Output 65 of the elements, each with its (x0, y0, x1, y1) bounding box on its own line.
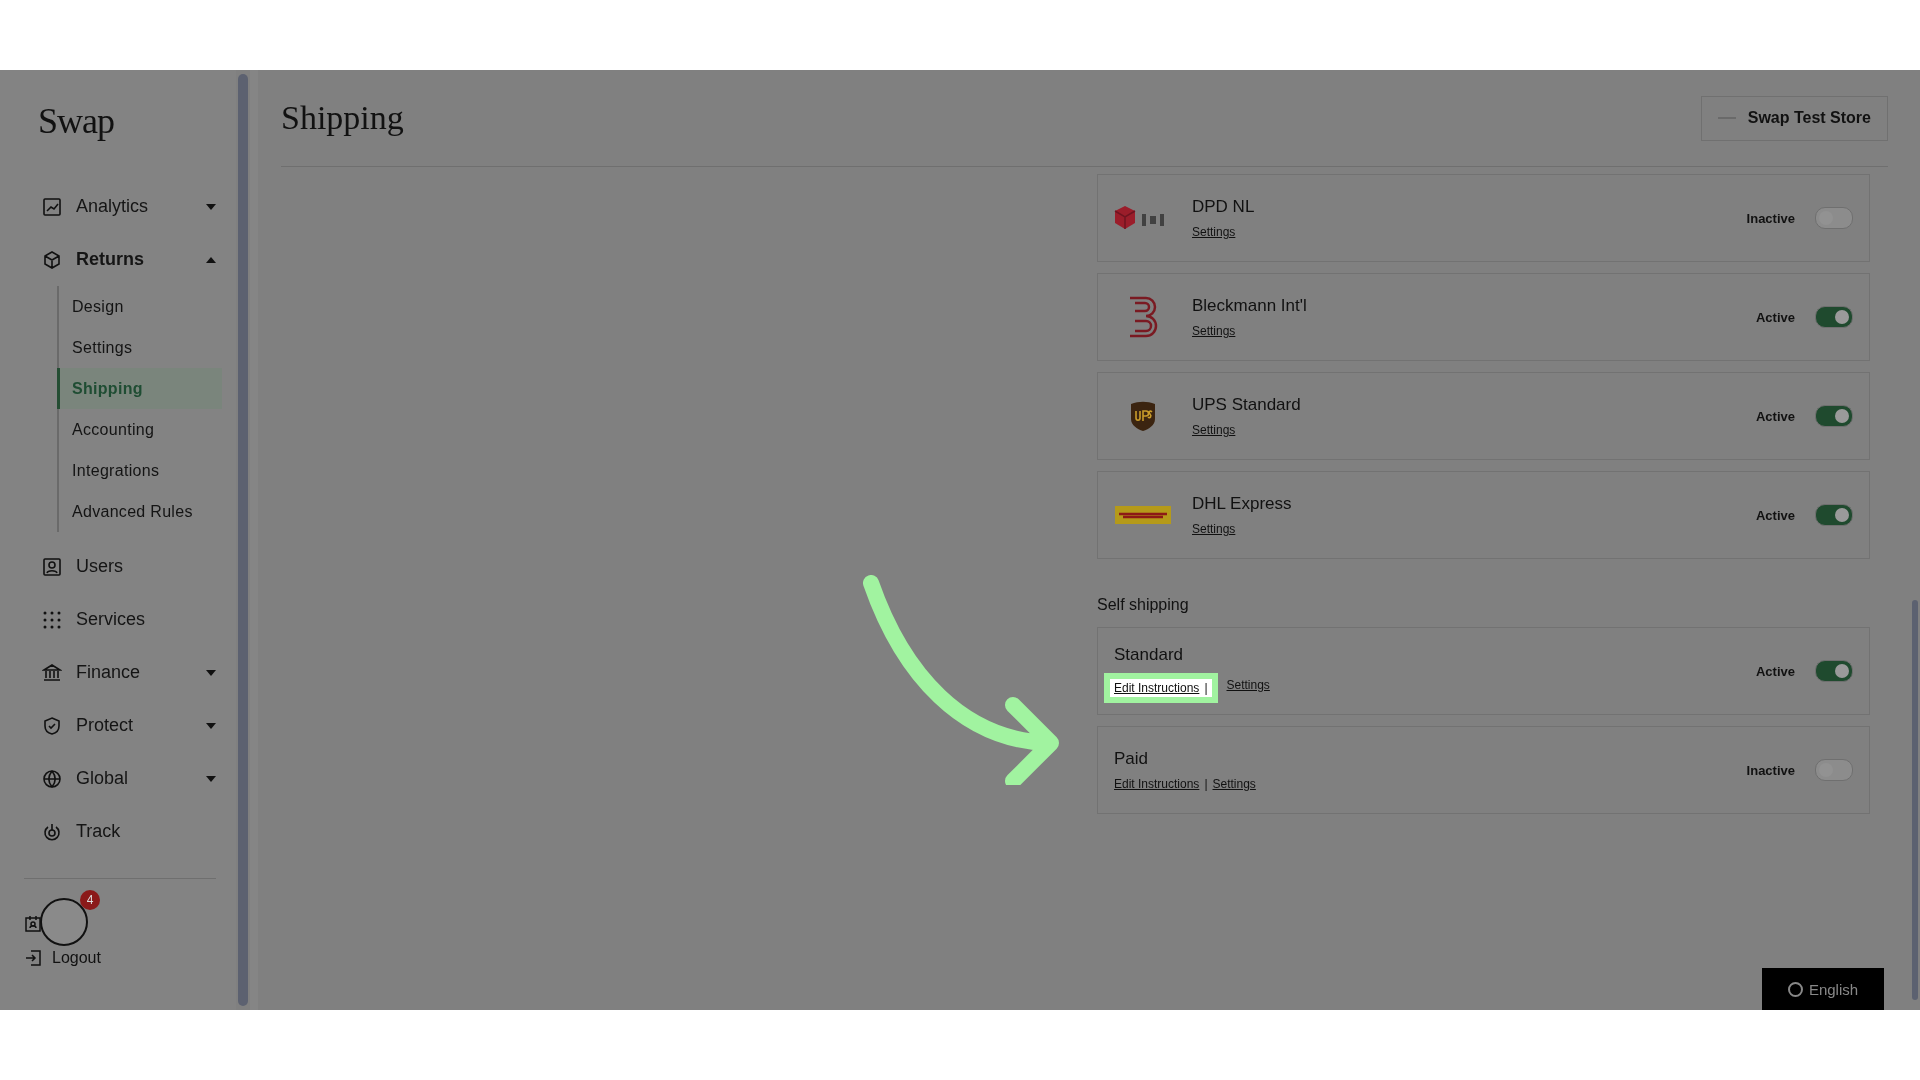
notification-badge: 4 (80, 890, 100, 910)
status-label: Active (1755, 663, 1795, 679)
carrier-name: DPD NL (1192, 197, 1256, 217)
toggle-switch[interactable] (1815, 660, 1853, 682)
status-label: Inactive (1746, 762, 1795, 778)
option-name: Paid (1114, 749, 1150, 769)
status-label: Active (1755, 309, 1795, 325)
nav-item[interactable]: Services (24, 593, 216, 646)
chart-icon (42, 196, 62, 217)
settings-link[interactable]: Settings (1226, 678, 1270, 692)
brand-logo: Swap (37, 100, 115, 142)
toggle-switch[interactable] (1815, 306, 1853, 328)
shield-logo-icon (1130, 401, 1156, 431)
nav-item[interactable]: Returns (24, 233, 216, 286)
nav-item[interactable]: Users (24, 540, 216, 593)
stripe-logo-icon (1115, 506, 1171, 524)
toggle-switch[interactable] (1815, 405, 1853, 427)
subnav-item[interactable]: Accounting (57, 409, 222, 450)
carrier-name: UPS Standard (1192, 395, 1302, 415)
user-icon (42, 556, 62, 577)
bank-icon (42, 662, 62, 683)
subnav-item[interactable]: Design (57, 286, 222, 327)
language-button[interactable]: English (1762, 968, 1884, 1010)
edit-instructions-link[interactable]: Edit Instructions (1114, 777, 1200, 791)
logout-icon (24, 949, 42, 967)
section-title: Self shipping (1097, 596, 1190, 614)
subnav-item[interactable]: Integrations (57, 450, 222, 491)
settings-link[interactable]: Settings (1192, 522, 1236, 536)
scrollbar-thumb[interactable] (238, 74, 248, 1006)
target-icon (42, 821, 62, 842)
settings-link[interactable]: Settings (1192, 324, 1236, 338)
calendar-icon (24, 915, 42, 933)
carrier-name: DHL Express (1192, 494, 1293, 514)
option-name: Standard (1114, 645, 1184, 665)
store-selector[interactable]: Swap Test Store (1700, 95, 1888, 141)
carrier-name: Bleckmann Int'l (1192, 296, 1308, 316)
nav-item[interactable]: Protect (24, 699, 216, 752)
subnav-item[interactable]: Settings (57, 327, 222, 368)
nav-item[interactable]: Track (24, 805, 216, 858)
scrollbar-thumb[interactable] (1912, 600, 1918, 1000)
toggle-switch[interactable] (1815, 504, 1853, 526)
settings-link[interactable]: Settings (1212, 777, 1256, 791)
subnav-item[interactable]: Advanced Rules (57, 491, 222, 532)
logout-link[interactable]: Logout (52, 949, 101, 967)
help-avatar[interactable] (40, 898, 88, 946)
grid-icon (42, 609, 62, 630)
globe-icon (42, 768, 62, 789)
status-label: Active (1755, 507, 1795, 523)
edit-instructions-link[interactable]: Edit Instructions (1114, 681, 1200, 695)
nav-item[interactable]: Analytics (24, 180, 216, 233)
settings-link[interactable]: Settings (1192, 225, 1236, 239)
toggle-switch[interactable] (1815, 759, 1853, 781)
nav-item[interactable]: Finance (24, 646, 216, 699)
toggle-switch[interactable] (1815, 207, 1853, 229)
separator: | (1204, 681, 1208, 695)
status-label: Inactive (1746, 210, 1795, 226)
page-title: Shipping (281, 99, 404, 137)
separator: | (1204, 777, 1208, 791)
subnav-item[interactable]: Shipping (57, 368, 222, 409)
shield-icon (42, 715, 62, 736)
settings-link[interactable]: Settings (1192, 423, 1236, 437)
box-icon (42, 249, 62, 270)
nav-item[interactable]: Global (24, 752, 216, 805)
status-label: Active (1755, 408, 1795, 424)
letter-b-logo-icon (1127, 295, 1159, 339)
